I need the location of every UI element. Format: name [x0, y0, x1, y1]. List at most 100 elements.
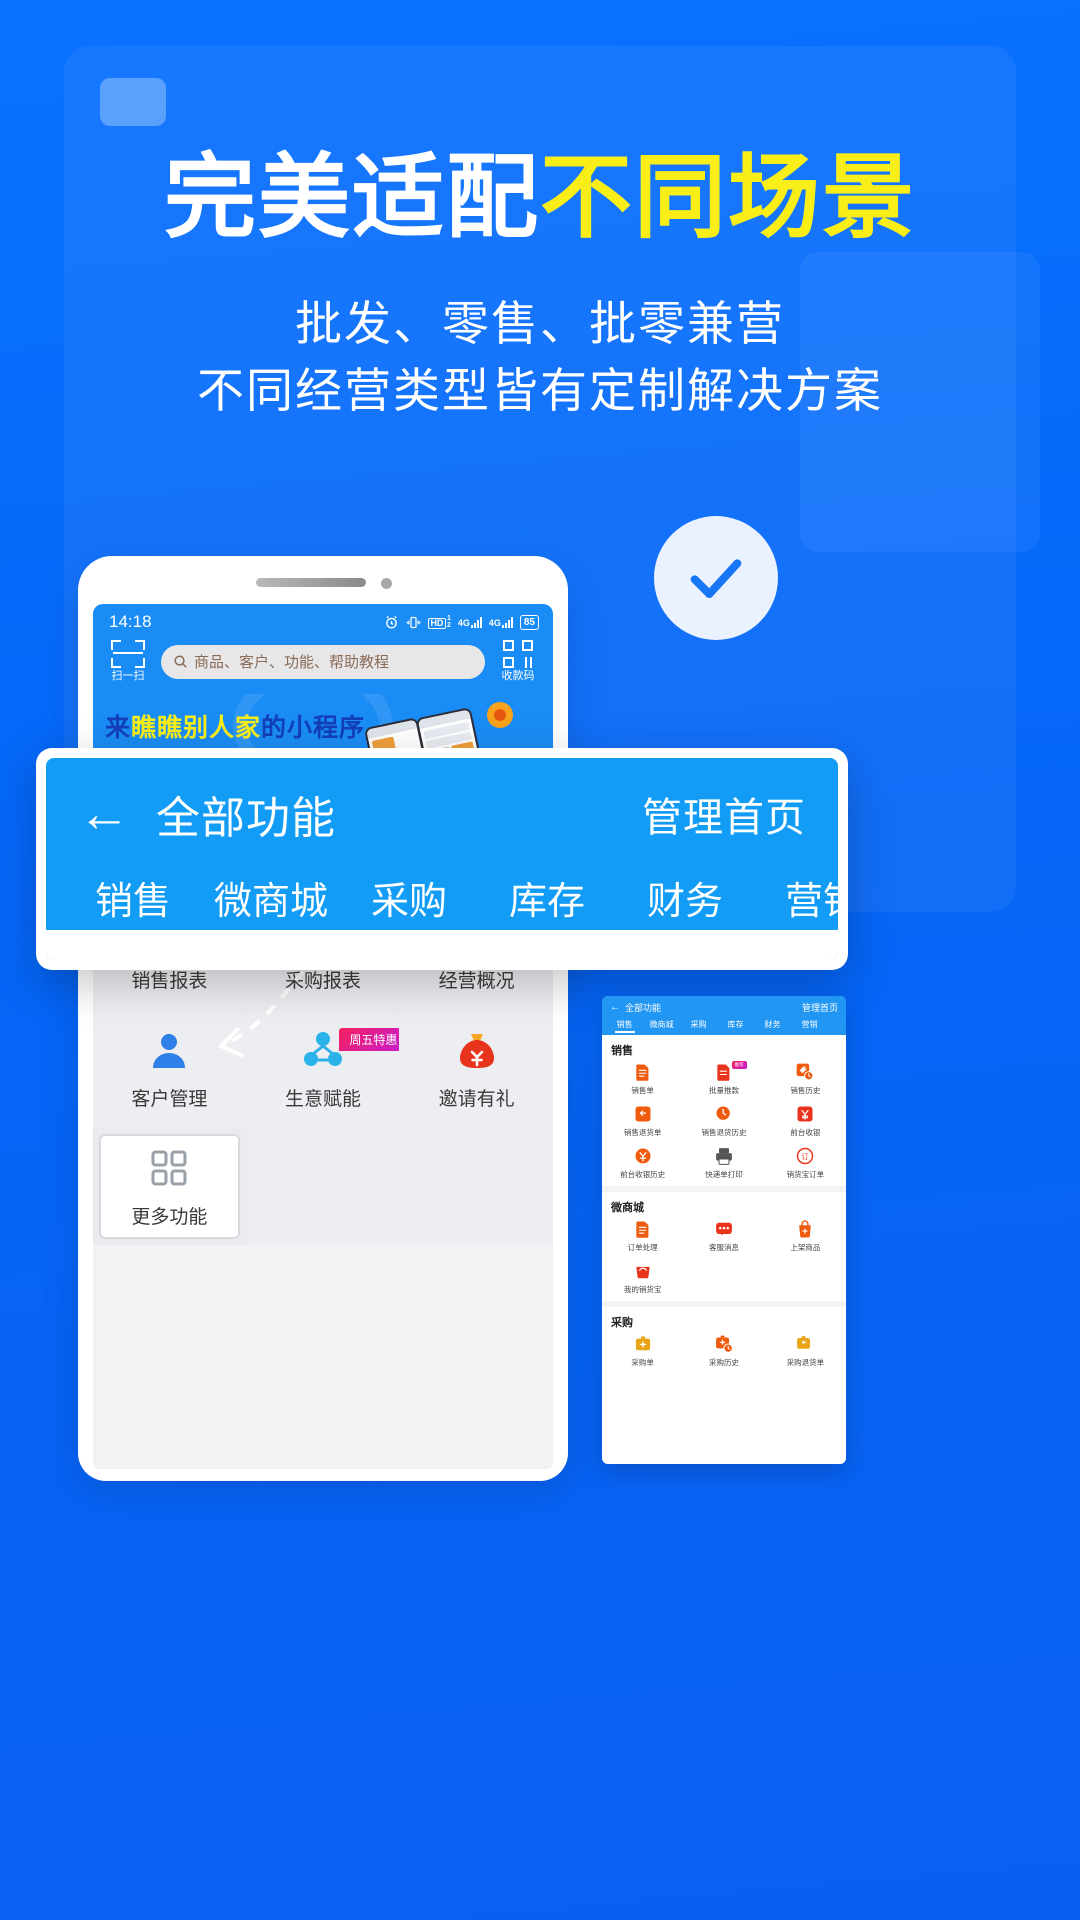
- mini-phone-manage-link[interactable]: 管理首页: [802, 1001, 838, 1014]
- function-cell-9[interactable]: 邀请有礼: [400, 1009, 553, 1127]
- mini-tab-3[interactable]: 采购: [682, 1019, 715, 1030]
- mini-cell-label: 上架商品: [790, 1243, 821, 1252]
- mini-tab-2[interactable]: 微商城: [645, 1019, 678, 1030]
- phone-camera: [381, 578, 392, 589]
- status-bar: 14:18 HD 1 2 4G 4G 85: [93, 604, 553, 636]
- promo-text: 来瞧瞧别人家的小程序: [105, 708, 365, 744]
- qr-code-button[interactable]: 收款码: [495, 640, 541, 684]
- mini-cell-label: 批量推款: [708, 1086, 739, 1095]
- promo-badge: 周五特惠: [325, 1027, 400, 1066]
- mini-cell-label: 快递单打印: [705, 1170, 743, 1179]
- order-icon: 订: [795, 1146, 815, 1166]
- search-input[interactable]: 商品、客户、功能、帮助教程: [161, 644, 485, 679]
- mini-cell-3-2[interactable]: 采购历史: [683, 1334, 764, 1368]
- mini-cell-1-9[interactable]: 订销货宝订单: [765, 1146, 846, 1180]
- grid-icon: [145, 1144, 193, 1192]
- phone-top-bezel: [78, 556, 568, 604]
- mini-tab-5[interactable]: 财务: [756, 1019, 789, 1030]
- mini-cell-2-1[interactable]: 订单处理: [602, 1219, 683, 1253]
- mini-cell-1-3[interactable]: 销售历史: [765, 1062, 846, 1096]
- mini-cell-label: 客服消息: [708, 1243, 739, 1252]
- back-arrow-icon[interactable]: ←: [78, 788, 130, 840]
- mini-phone-tabs: 销售 微商城 采购 库存 财务 营销: [602, 1019, 846, 1035]
- doc-icon: [633, 1062, 653, 1082]
- mini-cell-3-1[interactable]: 采购单: [602, 1334, 683, 1368]
- mini-tab-1[interactable]: 销售: [608, 1019, 641, 1030]
- overlay-card: ← 全部功能 管理首页 销售微商城采购库存财务营销: [36, 748, 848, 970]
- mini-cell-1-7[interactable]: 前台收银历史: [602, 1146, 683, 1180]
- money-bag-icon: [453, 1026, 501, 1074]
- search-icon: [174, 655, 187, 669]
- mini-section-grid: 销售单 批量推款 推荐销售历史销售退货单 销售退货历史 前台收银前台收银历史 快递单打印 订…: [602, 1061, 846, 1180]
- mini-cell-label: 销售退货历史: [701, 1128, 747, 1137]
- back-arrow-icon[interactable]: ←: [610, 1002, 620, 1013]
- qr-label: 收款码: [501, 670, 535, 682]
- tag-clock-icon: [795, 1062, 815, 1082]
- bag-icon: [795, 1219, 815, 1239]
- mini-cell-label: 销售历史: [790, 1086, 821, 1095]
- search-row: 扫一扫 商品、客户、功能、帮助教程 收款码: [93, 636, 553, 694]
- promo-prefix: 来: [105, 713, 132, 742]
- user-icon: [145, 1026, 193, 1074]
- promo-suffix: 的小程序: [261, 713, 366, 742]
- cash-icon: [795, 1104, 815, 1124]
- mini-badge: 推荐: [731, 1061, 747, 1069]
- mini-tab-4[interactable]: 库存: [719, 1019, 752, 1030]
- mini-cell-1-4[interactable]: 销售退货单: [602, 1104, 683, 1138]
- mini-cell-1-5[interactable]: 销售退货历史: [683, 1104, 764, 1138]
- shop-icon: [633, 1261, 653, 1281]
- mini-section-title: 微商城: [611, 1202, 644, 1214]
- mini-cell-1-6[interactable]: 前台收银: [765, 1104, 846, 1138]
- mini-section-title: 销售: [611, 1045, 633, 1057]
- mini-cell-label: 采购历史: [708, 1358, 739, 1367]
- mini-tab-6[interactable]: 营销: [793, 1019, 826, 1030]
- mini-cell-2-4[interactable]: 我的销货宝: [602, 1261, 683, 1295]
- mini-cell-1-1[interactable]: 销售单: [602, 1062, 683, 1096]
- mini-cell-label: 销货宝订单: [786, 1170, 825, 1179]
- briefcase-clock-icon: [714, 1334, 734, 1354]
- mini-cell-2-3[interactable]: 上架商品: [765, 1219, 846, 1253]
- briefcase-plus-icon: [633, 1334, 653, 1354]
- alarm-icon: [386, 615, 397, 628]
- status-time: 14:18: [109, 612, 152, 631]
- headline-white: 完美适配: [163, 147, 540, 249]
- function-cell-label: 客户管理: [131, 1088, 208, 1110]
- mini-cell-label: 前台收银: [790, 1128, 821, 1137]
- battery-indicator: 85: [519, 614, 539, 630]
- mini-section-grid: 采购单 采购历史 采购退货单: [602, 1334, 846, 1368]
- mini-phone-body: 销售销售单 批量推款 推荐销售历史销售退货单 销售退货历史 前台收银前台收银历史 快递单打…: [602, 1035, 846, 1374]
- phone-screen: 14:18 HD 1 2 4G 4G 85 扫一扫 商品、客户、功能、帮助教程 …: [93, 604, 553, 1469]
- subtitle-line-2: 不同经营类型皆有定制解决方案: [197, 364, 883, 417]
- function-cell-label: 更多功能: [131, 1206, 208, 1228]
- promo-badge-icon: [487, 701, 513, 728]
- mini-cell-1-8[interactable]: 快递单打印: [683, 1146, 764, 1180]
- function-cell-10[interactable]: 更多功能: [99, 1133, 240, 1239]
- function-cell-label: 邀请有礼: [438, 1088, 515, 1110]
- scan-label: 扫一扫: [111, 670, 145, 682]
- signal-4g-icon-2: 4G: [489, 616, 513, 628]
- function-cell-8[interactable]: 生意赋能 周五特惠: [246, 1009, 400, 1127]
- mini-cell-1-2[interactable]: 批量推款 推荐: [683, 1061, 764, 1096]
- mini-cell-2-2[interactable]: 客服消息: [683, 1219, 764, 1253]
- overlay-bottom-strip: [46, 930, 838, 960]
- promo-highlight: 瞧瞧别人家: [131, 713, 262, 742]
- mini-cell-label: 采购退货单: [786, 1358, 825, 1367]
- briefcase-return-icon: [795, 1334, 815, 1354]
- status-icons: HD 1 2 4G 4G 85: [384, 614, 539, 630]
- check-icon: [654, 516, 778, 640]
- function-cell-7[interactable]: 客户管理: [93, 1009, 246, 1127]
- overlay-header: ← 全部功能 管理首页: [46, 758, 838, 870]
- scan-icon: [111, 640, 145, 668]
- scan-button[interactable]: 扫一扫: [105, 640, 151, 684]
- doc-icon: [633, 1219, 653, 1239]
- mini-cell-label: 我的销货宝: [623, 1285, 662, 1294]
- subtitle-line-1: 批发、零售、批零兼营: [295, 297, 785, 350]
- mini-cell-3-3[interactable]: 采购退货单: [765, 1334, 846, 1368]
- function-cell-empty: [400, 1127, 553, 1245]
- svg-text:订: 订: [802, 1151, 810, 1161]
- return-clock-icon: [714, 1104, 734, 1124]
- manage-home-link[interactable]: 管理首页: [642, 785, 806, 843]
- mini-cell-label: 订单处理: [627, 1243, 658, 1252]
- vibrate-icon: [406, 616, 421, 628]
- phone-speaker: [256, 578, 366, 587]
